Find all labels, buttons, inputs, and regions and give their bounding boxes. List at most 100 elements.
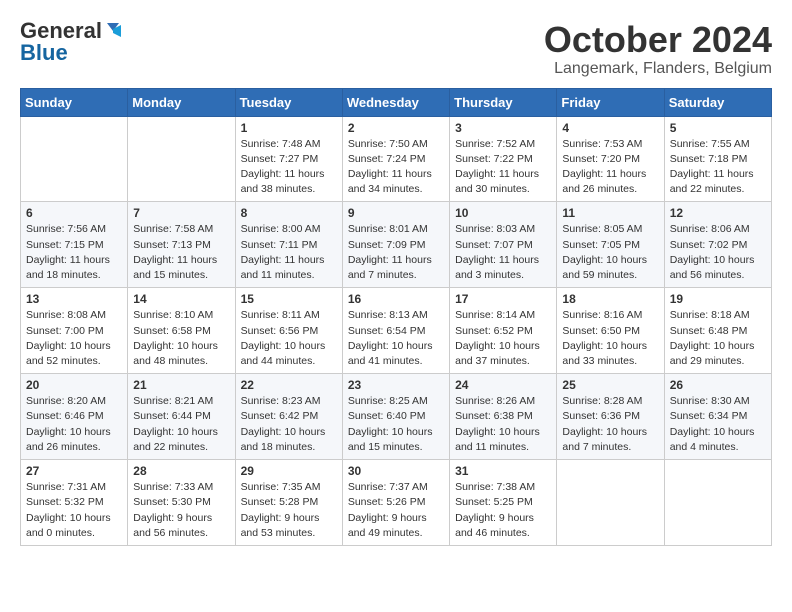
cell-content: Sunrise: 7:38 AM Sunset: 5:25 PM Dayligh…	[455, 480, 551, 541]
cell-content: Sunrise: 8:16 AM Sunset: 6:50 PM Dayligh…	[562, 308, 658, 369]
calendar-cell	[21, 116, 128, 202]
calendar-cell: 20Sunrise: 8:20 AM Sunset: 6:46 PM Dayli…	[21, 374, 128, 460]
calendar-cell: 3Sunrise: 7:52 AM Sunset: 7:22 PM Daylig…	[450, 116, 557, 202]
cell-content: Sunrise: 7:56 AM Sunset: 7:15 PM Dayligh…	[26, 222, 122, 283]
calendar-week-row: 27Sunrise: 7:31 AM Sunset: 5:32 PM Dayli…	[21, 460, 772, 546]
day-number: 4	[562, 121, 658, 135]
calendar-cell: 18 Sunrise: 8:16 AM Sunset: 6:50 PM Dayli…	[557, 288, 664, 374]
cell-content: Sunrise: 7:35 AM Sunset: 5:28 PM Dayligh…	[241, 480, 337, 541]
calendar-week-row: 13 Sunrise: 8:08 AM Sunset: 7:00 PM Dayli…	[21, 288, 772, 374]
header-cell-monday: Monday	[128, 88, 235, 116]
calendar-cell: 31Sunrise: 7:38 AM Sunset: 5:25 PM Dayli…	[450, 460, 557, 546]
calendar-body: 1Sunrise: 7:48 AM Sunset: 7:27 PM Daylig…	[21, 116, 772, 545]
logo: General Blue	[20, 20, 122, 64]
calendar-week-row: 6 Sunrise: 7:56 AM Sunset: 7:15 PM Daylig…	[21, 202, 772, 288]
day-number: 16	[348, 292, 444, 306]
cell-content: Sunrise: 7:50 AM Sunset: 7:24 PM Dayligh…	[348, 137, 444, 198]
day-number: 30	[348, 464, 444, 478]
calendar-cell: 8Sunrise: 8:00 AM Sunset: 7:11 PM Daylig…	[235, 202, 342, 288]
calendar-cell: 26Sunrise: 8:30 AM Sunset: 6:34 PM Dayli…	[664, 374, 771, 460]
cell-content: Sunrise: 7:55 AM Sunset: 7:18 PM Dayligh…	[670, 137, 766, 198]
day-number: 5	[670, 121, 766, 135]
calendar-week-row: 1Sunrise: 7:48 AM Sunset: 7:27 PM Daylig…	[21, 116, 772, 202]
calendar-cell: 10Sunrise: 8:03 AM Sunset: 7:07 PM Dayli…	[450, 202, 557, 288]
calendar-cell: 16Sunrise: 8:13 AM Sunset: 6:54 PM Dayli…	[342, 288, 449, 374]
header-cell-thursday: Thursday	[450, 88, 557, 116]
cell-content: Sunrise: 8:14 AM Sunset: 6:52 PM Dayligh…	[455, 308, 551, 369]
calendar-cell	[557, 460, 664, 546]
month-title: October 2024	[544, 20, 772, 60]
calendar-cell: 11 Sunrise: 8:05 AM Sunset: 7:05 PM Dayli…	[557, 202, 664, 288]
day-number: 2	[348, 121, 444, 135]
header-cell-tuesday: Tuesday	[235, 88, 342, 116]
cell-content: Sunrise: 8:10 AM Sunset: 6:58 PM Dayligh…	[133, 308, 229, 369]
cell-content: Sunrise: 8:05 AM Sunset: 7:05 PM Dayligh…	[562, 222, 658, 283]
cell-content: Sunrise: 7:58 AM Sunset: 7:13 PM Dayligh…	[133, 222, 229, 283]
cell-content: Sunrise: 8:30 AM Sunset: 6:34 PM Dayligh…	[670, 394, 766, 455]
day-number: 20	[26, 378, 122, 392]
header-cell-friday: Friday	[557, 88, 664, 116]
title-block: October 2024 Langemark, Flanders, Belgiu…	[544, 20, 772, 78]
calendar-header: SundayMondayTuesdayWednesdayThursdayFrid…	[21, 88, 772, 116]
cell-content: Sunrise: 8:01 AM Sunset: 7:09 PM Dayligh…	[348, 222, 444, 283]
cell-content: Sunrise: 8:11 AM Sunset: 6:56 PM Dayligh…	[241, 308, 337, 369]
calendar-cell: 29Sunrise: 7:35 AM Sunset: 5:28 PM Dayli…	[235, 460, 342, 546]
calendar-cell: 7Sunrise: 7:58 AM Sunset: 7:13 PM Daylig…	[128, 202, 235, 288]
calendar-cell	[664, 460, 771, 546]
cell-content: Sunrise: 8:18 AM Sunset: 6:48 PM Dayligh…	[670, 308, 766, 369]
calendar-cell: 21 Sunrise: 8:21 AM Sunset: 6:44 PM Dayli…	[128, 374, 235, 460]
calendar-cell: 15 Sunrise: 8:11 AM Sunset: 6:56 PM Dayli…	[235, 288, 342, 374]
day-number: 19	[670, 292, 766, 306]
day-number: 24	[455, 378, 551, 392]
day-number: 17	[455, 292, 551, 306]
cell-content: Sunrise: 8:23 AM Sunset: 6:42 PM Dayligh…	[241, 394, 337, 455]
calendar-cell: 2 Sunrise: 7:50 AM Sunset: 7:24 PM Daylig…	[342, 116, 449, 202]
day-number: 22	[241, 378, 337, 392]
page-header: General Blue October 2024 Langemark, Fla…	[20, 20, 772, 78]
calendar-cell: 9 Sunrise: 8:01 AM Sunset: 7:09 PM Daylig…	[342, 202, 449, 288]
calendar-cell: 30Sunrise: 7:37 AM Sunset: 5:26 PM Dayli…	[342, 460, 449, 546]
header-cell-wednesday: Wednesday	[342, 88, 449, 116]
day-number: 25	[562, 378, 658, 392]
cell-content: Sunrise: 8:28 AM Sunset: 6:36 PM Dayligh…	[562, 394, 658, 455]
calendar-cell: 13 Sunrise: 8:08 AM Sunset: 7:00 PM Dayli…	[21, 288, 128, 374]
day-number: 18	[562, 292, 658, 306]
day-number: 21	[133, 378, 229, 392]
calendar-cell: 14Sunrise: 8:10 AM Sunset: 6:58 PM Dayli…	[128, 288, 235, 374]
logo-general-text: General	[20, 20, 102, 42]
cell-content: Sunrise: 7:48 AM Sunset: 7:27 PM Dayligh…	[241, 137, 337, 198]
day-number: 6	[26, 206, 122, 220]
calendar-table: SundayMondayTuesdayWednesdayThursdayFrid…	[20, 88, 772, 546]
cell-content: Sunrise: 8:25 AM Sunset: 6:40 PM Dayligh…	[348, 394, 444, 455]
location-text: Langemark, Flanders, Belgium	[544, 60, 772, 78]
calendar-week-row: 20Sunrise: 8:20 AM Sunset: 6:46 PM Dayli…	[21, 374, 772, 460]
calendar-cell: 19 Sunrise: 8:18 AM Sunset: 6:48 PM Dayli…	[664, 288, 771, 374]
calendar-cell: 28Sunrise: 7:33 AM Sunset: 5:30 PM Dayli…	[128, 460, 235, 546]
calendar-cell: 25 Sunrise: 8:28 AM Sunset: 6:36 PM Dayli…	[557, 374, 664, 460]
calendar-cell: 1Sunrise: 7:48 AM Sunset: 7:27 PM Daylig…	[235, 116, 342, 202]
calendar-cell: 23Sunrise: 8:25 AM Sunset: 6:40 PM Dayli…	[342, 374, 449, 460]
cell-content: Sunrise: 8:08 AM Sunset: 7:00 PM Dayligh…	[26, 308, 122, 369]
day-number: 15	[241, 292, 337, 306]
cell-content: Sunrise: 8:06 AM Sunset: 7:02 PM Dayligh…	[670, 222, 766, 283]
cell-content: Sunrise: 8:26 AM Sunset: 6:38 PM Dayligh…	[455, 394, 551, 455]
logo-flag-icon	[104, 21, 122, 39]
header-row: SundayMondayTuesdayWednesdayThursdayFrid…	[21, 88, 772, 116]
calendar-cell: 27Sunrise: 7:31 AM Sunset: 5:32 PM Dayli…	[21, 460, 128, 546]
calendar-cell: 17 Sunrise: 8:14 AM Sunset: 6:52 PM Dayli…	[450, 288, 557, 374]
logo-blue-text: Blue	[20, 42, 68, 64]
cell-content: Sunrise: 8:21 AM Sunset: 6:44 PM Dayligh…	[133, 394, 229, 455]
cell-content: Sunrise: 7:52 AM Sunset: 7:22 PM Dayligh…	[455, 137, 551, 198]
cell-content: Sunrise: 7:33 AM Sunset: 5:30 PM Dayligh…	[133, 480, 229, 541]
calendar-cell: 6 Sunrise: 7:56 AM Sunset: 7:15 PM Daylig…	[21, 202, 128, 288]
calendar-cell: 4Sunrise: 7:53 AM Sunset: 7:20 PM Daylig…	[557, 116, 664, 202]
day-number: 13	[26, 292, 122, 306]
day-number: 9	[348, 206, 444, 220]
calendar-cell	[128, 116, 235, 202]
calendar-cell: 22 Sunrise: 8:23 AM Sunset: 6:42 PM Dayli…	[235, 374, 342, 460]
header-cell-saturday: Saturday	[664, 88, 771, 116]
calendar-cell: 24 Sunrise: 8:26 AM Sunset: 6:38 PM Dayli…	[450, 374, 557, 460]
cell-content: Sunrise: 8:00 AM Sunset: 7:11 PM Dayligh…	[241, 222, 337, 283]
cell-content: Sunrise: 8:03 AM Sunset: 7:07 PM Dayligh…	[455, 222, 551, 283]
day-number: 11	[562, 206, 658, 220]
